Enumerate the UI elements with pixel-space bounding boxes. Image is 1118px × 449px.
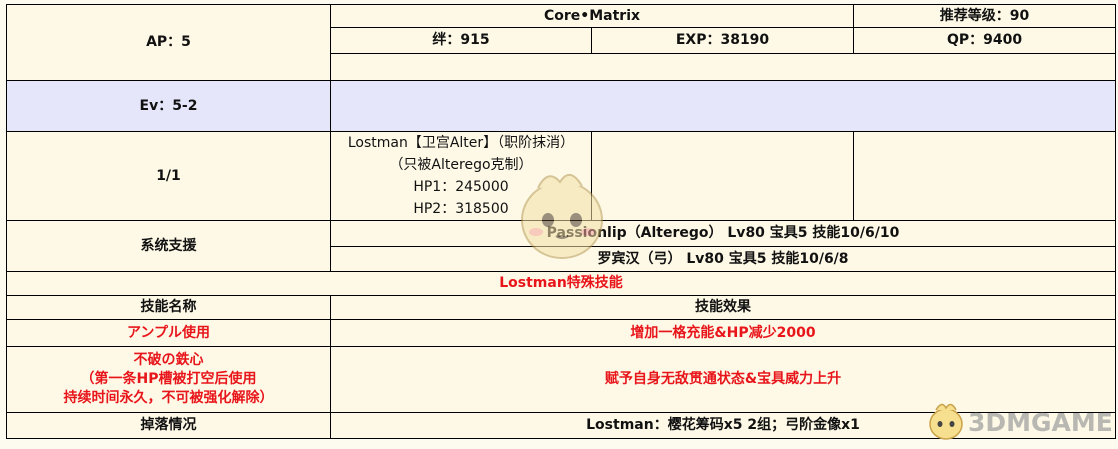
exp-value: EXP：38190	[590, 27, 855, 54]
skill-effect-header: 技能效果	[329, 295, 1117, 320]
drops-value: Lostman：樱花筹码x5 2组；弓阶金像x1	[329, 412, 1117, 439]
recommended-level: 推荐等级：90	[853, 4, 1117, 28]
boss-name: Lostman【卫宫Alter】（职阶抹消）	[347, 135, 575, 151]
boss-info: Lostman【卫宫Alter】（职阶抹消） （只被Alterego克制） HP…	[347, 133, 575, 220]
skill-name-line: アンプル使用	[126, 324, 211, 341]
boss-note: （只被Alterego克制）	[389, 157, 533, 173]
boss-cell: Lostman【卫宫Alter】（职阶抹消） （只被Alterego克制） HP…	[330, 131, 592, 221]
enemy-slot-2	[590, 131, 855, 221]
quest-title: Core•Matrix	[329, 4, 855, 28]
enemy-slot-3	[853, 131, 1117, 221]
skill-name-line: 持续时间永久，不可被强化解除）	[63, 390, 274, 406]
support-entry: 罗宾汉（弓） Lv80 宝具5 技能10/6/8	[329, 246, 1117, 272]
ev-label: Ev：5-2	[6, 80, 331, 132]
support-label: 系统支援	[6, 220, 331, 272]
wave-label: 1/1	[6, 131, 331, 221]
skill-name: アンプル使用	[6, 319, 331, 347]
boss-hp1: HP1：245000	[413, 179, 509, 195]
skill-effect: 赋予自身无敌贯通状态&宝具威力上升	[329, 346, 1117, 413]
ap-value: AP：5	[146, 34, 191, 50]
drops-label: 掉落情况	[6, 412, 331, 439]
qp-value: QP：9400	[853, 27, 1117, 54]
ap-cell: AP：5	[6, 4, 331, 81]
ev-empty-cell	[329, 80, 1117, 132]
quest-table: AP：5 Core•Matrix 推荐等级：90 绊：915 EXP：38190…	[5, 4, 1117, 439]
boss-hp2: HP2：318500	[413, 201, 509, 217]
skill-effect: 增加一格充能&HP减少2000	[329, 319, 1117, 347]
skill-name-header: 技能名称	[6, 295, 331, 320]
support-entry: Passionlip（Alterego） Lv80 宝具5 技能10/6/10	[329, 220, 1117, 247]
bond-value: 绊：915	[330, 27, 592, 54]
skill-name-line: 不破の鉄心	[133, 352, 204, 368]
empty-info-cell	[329, 53, 1117, 81]
skill-name-line: （第一条HP槽被打空后使用	[80, 371, 257, 387]
skill-name: 不破の鉄心 （第一条HP槽被打空后使用 持续时间永久，不可被强化解除）	[6, 346, 331, 413]
skills-section-title: Lostman特殊技能	[5, 271, 1117, 296]
